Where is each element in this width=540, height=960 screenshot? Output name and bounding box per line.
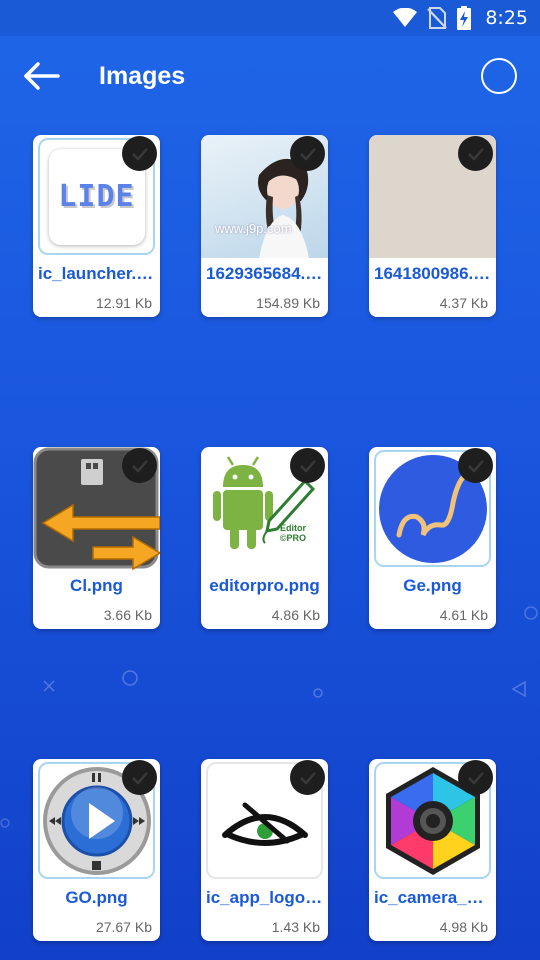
file-size: 27.67 Kb [95, 919, 152, 935]
checkmark-icon [299, 771, 316, 785]
file-name: 1641800986.png [374, 264, 491, 283]
file-size: 3.66 Kb [103, 607, 152, 623]
file-card[interactable]: GO.png 27.67 Kb [33, 759, 160, 941]
file-name: GO.png [65, 888, 128, 907]
checkmark-icon [467, 147, 484, 161]
select-checkbox[interactable] [458, 760, 493, 795]
file-card[interactable]: 1641800986.png 4.37 Kb [369, 135, 496, 317]
file-name: 1629365684.jpg [206, 264, 323, 283]
file-card[interactable]: www.j9p.com 1629365684.jpg 154.89 Kb [201, 135, 328, 317]
select-checkbox[interactable] [290, 136, 325, 171]
file-size: 4.61 Kb [439, 607, 488, 623]
watermark-text: www.j9p.com [215, 221, 292, 236]
checkmark-icon [131, 771, 148, 785]
file-name: Ge.png [403, 576, 462, 595]
select-checkbox[interactable] [290, 760, 325, 795]
checkmark-icon [299, 147, 316, 161]
file-size: 4.37 Kb [439, 295, 488, 311]
checkmark-icon [299, 459, 316, 473]
checkmark-icon [131, 459, 148, 473]
file-name: ic_app_logo.png [206, 888, 323, 907]
file-name: ic_camera_x.png [374, 888, 491, 907]
checkmark-icon [467, 771, 484, 785]
lide-launcher-icon: LIDE [58, 179, 135, 214]
file-size: 1.43 Kb [271, 919, 320, 935]
select-checkbox[interactable] [458, 136, 493, 171]
image-grid: LIDE ic_launcher.png 12.91 Kb www.j9p.co… [0, 0, 540, 960]
file-size: 4.86 Kb [271, 607, 320, 623]
file-card[interactable]: Cl.png 3.66 Kb [33, 447, 160, 629]
select-checkbox[interactable] [122, 760, 157, 795]
select-checkbox[interactable] [290, 448, 325, 483]
file-size: 4.98 Kb [439, 919, 488, 935]
select-checkbox[interactable] [122, 136, 157, 171]
select-checkbox[interactable] [458, 448, 493, 483]
file-name: editorpro.png [209, 576, 320, 595]
file-size: 154.89 Kb [256, 295, 320, 311]
file-card[interactable]: Ge.png 4.61 Kb [369, 447, 496, 629]
file-card[interactable]: ic_app_logo.png 1.43 Kb [201, 759, 328, 941]
file-card[interactable]: LIDE ic_launcher.png 12.91 Kb [33, 135, 160, 317]
editor-pro-text: Editor ©PRO [279, 523, 307, 543]
checkmark-icon [131, 147, 148, 161]
file-card[interactable]: Editor ©PRO editorpro.png 4.86 Kb [201, 447, 328, 629]
file-size: 12.91 Kb [95, 295, 152, 311]
file-name: ic_launcher.png [38, 264, 155, 283]
file-card[interactable]: ic_camera_x.png 4.98 Kb [369, 759, 496, 941]
select-checkbox[interactable] [122, 448, 157, 483]
file-name: Cl.png [70, 576, 123, 595]
checkmark-icon [467, 459, 484, 473]
